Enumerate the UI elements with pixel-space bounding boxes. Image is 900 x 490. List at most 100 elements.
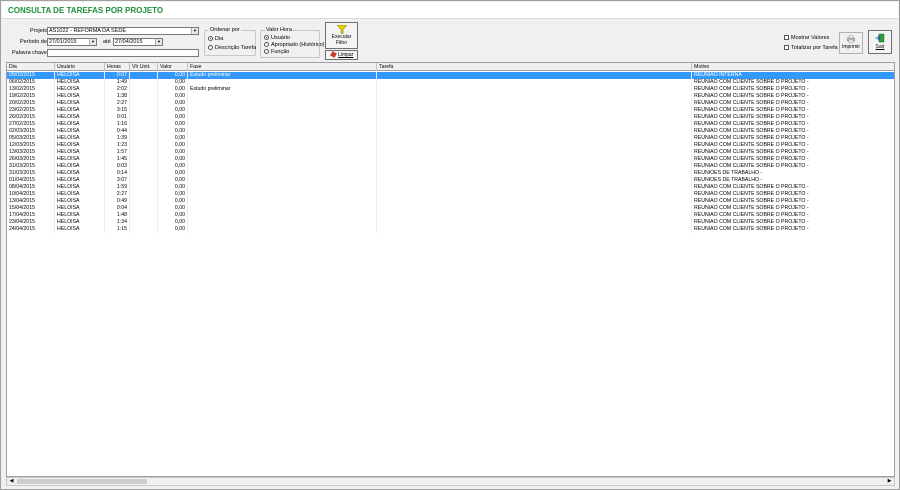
cell-motivo: REUNIÃO COM CLIENTE SOBRE O PROJETO - xyxy=(692,79,894,86)
cell-fase xyxy=(188,100,377,107)
table-row[interactable]: 20/02/2015 HELOISA 2:27 0,00 REUNIÃO COM CLI… xyxy=(7,100,894,107)
cell-vlr-unit xyxy=(130,191,158,198)
col-header-fase[interactable]: Fase xyxy=(188,63,377,71)
table-row[interactable]: 15/04/2015 HELOISA 0:04 0,00 REUNIÃO COM CLI… xyxy=(7,205,894,212)
cell-vlr-unit xyxy=(130,107,158,114)
checkbox-empty-icon xyxy=(784,45,789,51)
col-header-vlr-unit[interactable]: Vlr Unit. xyxy=(130,63,158,71)
cell-valor: 0,00 xyxy=(158,170,188,177)
table-row[interactable]: 10/04/2015 HELOISA 2:27 0,00 REUNIÃO COM CLI… xyxy=(7,191,894,198)
cell-vlr-unit xyxy=(130,79,158,86)
calendar-dropdown-icon[interactable]: ▼ xyxy=(89,39,96,45)
main-window: CONSULTA DE TAREFAS POR PROJETO Projeto … xyxy=(0,0,900,490)
col-header-motivo[interactable]: Motivo xyxy=(692,63,894,71)
cell-fase xyxy=(188,135,377,142)
col-header-dia[interactable]: Dia xyxy=(7,63,55,71)
palavra-chave-input[interactable] xyxy=(47,49,199,57)
table-row[interactable]: 05/03/2015 HELOISA 1:39 0,00 REUNIÃO COM CLI… xyxy=(7,135,894,142)
table-row[interactable]: 08/04/2015 HELOISA 1:59 0,00 REUNIÃO COM CLI… xyxy=(7,184,894,191)
cell-dia: 13/02/2015 xyxy=(7,86,55,93)
table-row[interactable]: 13/03/2015 HELOISA 1:57 0,00 REUNIÃO COM CLI… xyxy=(7,149,894,156)
table-row[interactable]: 17/04/2015 HELOISA 1:48 0,00 REUNIÃO COM CLI… xyxy=(7,212,894,219)
periodo-to-field[interactable]: 27/04/2015 ▼ xyxy=(113,38,163,46)
radio-empty-icon xyxy=(264,49,269,55)
cell-horas: 0:49 xyxy=(105,198,130,205)
chevron-down-icon[interactable]: ▼ xyxy=(191,28,198,34)
totalizar-checkbox[interactable]: Totalizar por Tarefa xyxy=(784,45,838,51)
valor-usuario-radio[interactable]: Usuário xyxy=(264,35,290,41)
table-row[interactable]: 27/02/2015 HELOISA 1:16 0,00 REUNIÃO COM CLI… xyxy=(7,121,894,128)
calendar-dropdown-icon[interactable]: ▼ xyxy=(155,39,162,45)
cell-fase xyxy=(188,114,377,121)
cell-valor: 0,00 xyxy=(158,93,188,100)
cell-valor: 0,00 xyxy=(158,121,188,128)
table-row[interactable]: 23/04/2015 HELOISA 1:34 0,00 REUNIÃO COM CLI… xyxy=(7,219,894,226)
table-row[interactable]: 19/02/2015 HELOISA 1:38 0,00 REUNIÃO COM CLI… xyxy=(7,93,894,100)
table-row[interactable]: 26/02/2015 HELOISA 0:01 0,00 REUNIÃO COM CLI… xyxy=(7,114,894,121)
ordenar-dia-radio[interactable]: Dia xyxy=(208,36,223,42)
col-header-valor[interactable]: Valor xyxy=(158,63,188,71)
table-row[interactable]: 26/03/2015 HELOISA 1:45 0,00 REUNIÃO COM CLI… xyxy=(7,156,894,163)
table-row[interactable]: 13/04/2015 HELOISA 0:49 0,00 REUNIÃO COM CLI… xyxy=(7,198,894,205)
col-header-horas[interactable]: Horas xyxy=(105,63,130,71)
cell-fase xyxy=(188,170,377,177)
periodo-from-field[interactable]: 27/01/2015 ▼ xyxy=(47,38,97,46)
table-row[interactable]: 12/03/2015 HELOISA 1:23 0,00 REUNIÃO COM CLI… xyxy=(7,142,894,149)
limpar-label: Limpar xyxy=(338,52,354,58)
valor-funcao-radio[interactable]: Função xyxy=(264,49,289,55)
table-row[interactable]: 31/03/2015 HELOISA 0:03 0,00 REUNIÃO COM CLI… xyxy=(7,163,894,170)
cell-fase: Estudo preliminar xyxy=(188,86,377,93)
cell-vlr-unit xyxy=(130,184,158,191)
cell-horas: 1:16 xyxy=(105,121,130,128)
cell-motivo: REUNIÃO COM CLIENTE SOBRE O PROJETO - xyxy=(692,114,894,121)
cell-fase xyxy=(188,191,377,198)
cell-dia: 05/03/2015 xyxy=(7,135,55,142)
imprimir-label: Imprimir xyxy=(841,44,861,50)
cell-horas: 1:49 xyxy=(105,79,130,86)
palavra-chave-label: Palavra chave xyxy=(12,50,47,56)
scroll-left-arrow-icon[interactable]: ◀ xyxy=(7,478,16,485)
table-row[interactable]: 13/02/2015 HELOISA 2:02 0,00 Estudo prelimin… xyxy=(7,86,894,93)
sair-button[interactable]: Sair xyxy=(868,30,892,54)
valor-apropriado-radio[interactable]: Apropriado (Histórico) xyxy=(264,42,325,48)
cell-motivo: REUNIÃO COM CLIENTE SOBRE O PROJETO - xyxy=(692,212,894,219)
results-table[interactable]: Dia Usuário Horas Vlr Unit. Valor Fase T… xyxy=(6,62,895,477)
cell-motivo: REUNIÃO COM CLIENTE SOBRE O PROJETO - xyxy=(692,121,894,128)
cell-dia: 17/04/2015 xyxy=(7,212,55,219)
cell-dia: 05/02/2015 xyxy=(7,72,55,79)
mostrar-valores-checkbox[interactable]: Mostrar Valores xyxy=(784,35,829,41)
cell-dia: 01/04/2015 xyxy=(7,177,55,184)
table-row[interactable]: 24/04/2015 HELOISA 1:15 0,00 REUNIÃO COM CLI… xyxy=(7,226,894,233)
cell-dia: 26/03/2015 xyxy=(7,156,55,163)
col-header-tarefa[interactable]: Tarefa xyxy=(377,63,692,71)
limpar-button[interactable]: Limpar xyxy=(325,50,358,60)
cell-motivo: REUNIÃO COM CLIENTE SOBRE O PROJETO - xyxy=(692,156,894,163)
cell-horas: 0:03 xyxy=(105,163,130,170)
table-row[interactable]: 01/04/2015 HELOISA 3:07 0,00 REUNIÕES DE TRA… xyxy=(7,177,894,184)
table-row[interactable]: 05/02/2015 HELOISA 0:07 0,00 Estudo prelimin… xyxy=(7,72,894,79)
scrollbar-thumb[interactable] xyxy=(17,479,147,484)
cell-tarefa xyxy=(377,156,692,163)
cell-fase xyxy=(188,121,377,128)
cell-dia: 23/02/2015 xyxy=(7,107,55,114)
cell-dia: 15/04/2015 xyxy=(7,205,55,212)
cell-dia: 31/03/2015 xyxy=(7,170,55,177)
cell-motivo: REUNIÕES DE TRABALHO - xyxy=(692,177,894,184)
executar-filtro-button[interactable]: Executar Filtro xyxy=(325,22,358,49)
col-header-usuario[interactable]: Usuário xyxy=(55,63,105,71)
imprimir-button[interactable]: Imprimir xyxy=(839,32,863,54)
table-row[interactable]: 06/02/2015 HELOISA 1:49 0,00 REUNIÃO COM CLI… xyxy=(7,79,894,86)
cell-horas: 2:02 xyxy=(105,86,130,93)
table-row[interactable]: 23/02/2015 HELOISA 3:15 0,00 REUNIÃO COM CLI… xyxy=(7,107,894,114)
cell-vlr-unit xyxy=(130,114,158,121)
horizontal-scrollbar[interactable]: ◀ ▶ xyxy=(6,477,895,486)
scroll-right-arrow-icon[interactable]: ▶ xyxy=(885,478,894,485)
projeto-select[interactable]: AS1022 - REFORMA DA SEDE ▼ xyxy=(47,27,199,35)
cell-dia: 27/02/2015 xyxy=(7,121,55,128)
ordenar-option-descricao: Descrição Tarefa xyxy=(215,45,257,51)
table-row[interactable]: 02/03/2015 HELOISA 0:44 0,00 REUNIÃO COM CLI… xyxy=(7,128,894,135)
cell-valor: 0,00 xyxy=(158,100,188,107)
ordenar-descricao-radio[interactable]: Descrição Tarefa xyxy=(208,45,256,51)
table-row[interactable]: 31/03/2015 HELOISA 0:14 0,00 REUNIÕES DE TRA… xyxy=(7,170,894,177)
totalizar-label: Totalizar por Tarefa xyxy=(791,45,838,51)
